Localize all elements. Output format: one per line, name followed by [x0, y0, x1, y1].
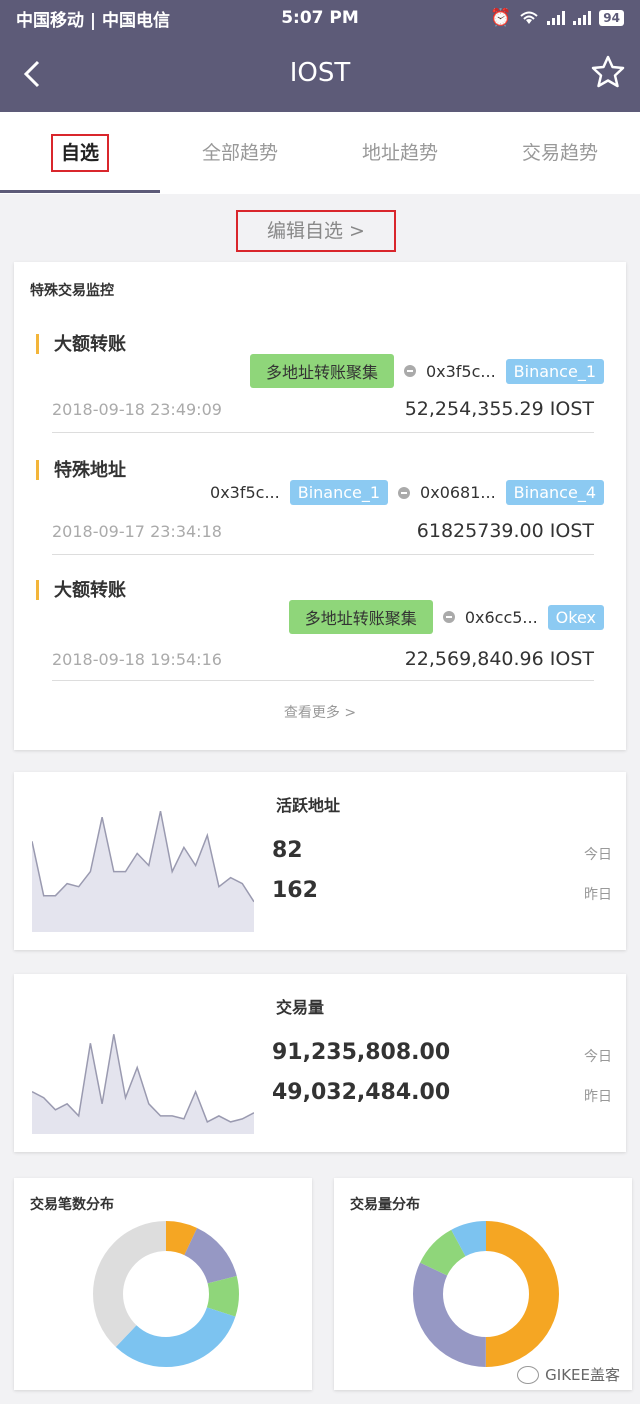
from-tag: 多地址转账聚集: [249, 354, 394, 388]
today-value: 91,235,808.00: [272, 1040, 451, 1065]
accent-bar: [36, 334, 39, 354]
clock: 5:07 PM: [281, 8, 359, 28]
entry-time: 2018-09-17 23:34:18: [52, 522, 222, 541]
wechat-icon: [517, 1365, 540, 1384]
card-title: 特殊交易监控: [30, 283, 114, 299]
yesterday-value: 49,032,484.00: [272, 1080, 451, 1105]
yesterday-label: 昨日: [584, 887, 612, 903]
tab-label: 交易趋势: [521, 142, 598, 164]
volume-distribution-card[interactable]: 交易量分布: [334, 1178, 632, 1390]
transfer-path: 0x3f5c... Binance_1 0x0681... Binance_4: [210, 480, 604, 505]
watermark-text: GIKEE盖客: [545, 1366, 620, 1384]
app-header: IOST: [0, 36, 640, 112]
transfer-path: 多地址转账聚集 0x6cc5... Okex: [288, 600, 604, 634]
to-label: Binance_1: [505, 358, 604, 384]
to-address: 0x0681...: [420, 483, 496, 502]
tab-label: 自选: [50, 134, 109, 172]
today-label: 今日: [584, 1049, 612, 1065]
tx-count-donut-chart: [93, 1221, 239, 1367]
edit-watchlist-link[interactable]: 编辑自选 >: [236, 210, 396, 252]
tx-count-distribution-card[interactable]: 交易笔数分布: [14, 1178, 312, 1390]
volume-donut-chart: [413, 1221, 559, 1367]
card-title: 交易笔数分布: [30, 1197, 114, 1213]
entry-time: 2018-09-18 19:54:16: [52, 650, 222, 669]
to-address: 0x6cc5...: [464, 607, 538, 627]
yesterday-value: 162: [272, 878, 318, 903]
arrow-icon: [442, 611, 455, 623]
card-title: 活跃地址: [276, 796, 341, 815]
entry-amount: 22,569,840.96 IOST: [404, 648, 594, 670]
view-more-link[interactable]: 查看更多 >: [14, 702, 626, 722]
entry-type: 大额转账: [54, 580, 126, 601]
transfer-path: 多地址转账聚集 0x3f5c... Binance_1: [249, 354, 604, 388]
divider: [52, 554, 594, 555]
entry-amount: 52,254,355.29 IOST: [404, 398, 594, 420]
tab-bar: 自选 全部趋势 地址趋势 交易趋势: [0, 112, 640, 194]
to-label: Okex: [547, 604, 604, 630]
card-title: 交易量分布: [350, 1197, 420, 1213]
tab-all-trends[interactable]: 全部趋势: [160, 112, 320, 194]
active-addresses-area: [32, 811, 254, 932]
accent-bar: [36, 460, 39, 480]
active-addresses-sparkline: [32, 810, 254, 932]
accent-bar: [36, 580, 39, 600]
entry-amount: 61825739.00 IOST: [416, 520, 594, 542]
page-title: IOST: [289, 58, 351, 88]
active-addresses-card[interactable]: 活跃地址 82 162 今日 昨日: [14, 772, 626, 950]
today-value: 82: [272, 838, 303, 863]
tab-watchlist[interactable]: 自选: [0, 112, 160, 194]
volume-sparkline: [32, 1034, 254, 1134]
divider: [52, 432, 594, 433]
entry-type: 大额转账: [54, 334, 126, 355]
tab-trade-trends[interactable]: 交易趋势: [480, 112, 640, 194]
star-icon[interactable]: [590, 54, 626, 90]
active-tab-indicator: [0, 190, 160, 193]
to-label: Binance_4: [505, 480, 604, 505]
from-label: Binance_1: [289, 480, 389, 505]
tab-label: 全部趋势: [201, 142, 278, 164]
divider: [52, 680, 594, 681]
from-address: 0x3f5c...: [210, 483, 280, 502]
tab-address-trends[interactable]: 地址趋势: [320, 112, 480, 194]
special-transaction-monitor-card: 特殊交易监控 大额转账 多地址转账聚集 0x3f5c... Binance_1 …: [14, 262, 626, 750]
to-address: 0x3f5c...: [425, 361, 496, 381]
volume-card[interactable]: 交易量 91,235,808.00 49,032,484.00 今日 昨日: [14, 974, 626, 1152]
watermark: GIKEE盖客: [517, 1364, 620, 1385]
status-bar: 中国移动 | 中国电信 5:07 PM ⏰ 94: [0, 0, 640, 36]
from-tag: 多地址转账聚集: [288, 600, 433, 634]
yesterday-label: 昨日: [584, 1089, 612, 1105]
tab-label: 地址趋势: [361, 142, 438, 164]
entry-type: 特殊地址: [54, 460, 126, 481]
arrow-icon: [403, 365, 416, 377]
card-title: 交易量: [276, 998, 325, 1017]
arrow-icon: [398, 486, 411, 499]
entry-time: 2018-09-18 23:49:09: [52, 400, 222, 419]
today-label: 今日: [584, 847, 612, 863]
